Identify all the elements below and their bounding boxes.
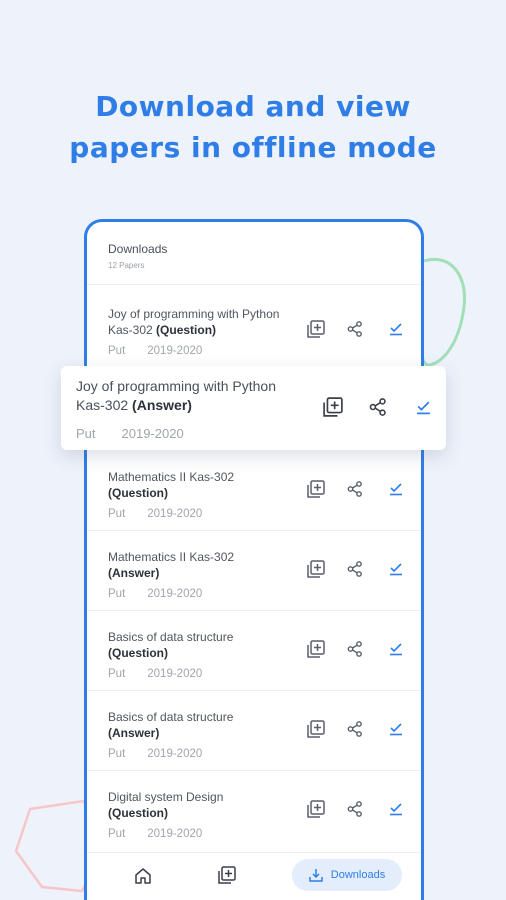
downloads-title: Downloads bbox=[108, 242, 168, 256]
paper-title: Digital system Design (Question) bbox=[108, 790, 224, 820]
paper-count: 12 Papers bbox=[108, 261, 145, 270]
download-icon bbox=[309, 869, 323, 882]
paper-meta: Put 2019-2020 bbox=[108, 828, 203, 840]
paper-meta: Put 2019-2020 bbox=[108, 668, 203, 680]
paper-title: Mathematics II Kas-302 (Question) bbox=[108, 470, 235, 500]
downloads-tab[interactable]: Downloads bbox=[292, 859, 402, 891]
bottom-navigation: Downloads bbox=[87, 852, 421, 900]
highlighted-paper-card[interactable]: Joy of programming with Python Kas-302 (… bbox=[61, 366, 446, 450]
paper-card[interactable]: Digital system Design (Question) Put 2019-… bbox=[87, 771, 421, 851]
headline: Download and view papers in offline mode bbox=[0, 86, 506, 168]
share-icon[interactable] bbox=[345, 319, 365, 339]
add-to-library-icon[interactable] bbox=[306, 319, 326, 339]
share-icon[interactable] bbox=[345, 719, 365, 739]
paper-title: Joy of programming with Python Kas-302 (… bbox=[108, 307, 280, 337]
paper-title: Joy of programming with Python Kas-302 (… bbox=[76, 378, 276, 413]
home-icon[interactable] bbox=[134, 867, 152, 890]
paper-meta: Put 2019-2020 bbox=[108, 345, 203, 357]
add-to-library-icon[interactable] bbox=[306, 559, 326, 579]
paper-title: Basics of data structure (Question) bbox=[108, 630, 234, 660]
add-to-library-icon[interactable] bbox=[306, 799, 326, 819]
share-icon[interactable] bbox=[345, 639, 365, 659]
downloaded-check-icon[interactable] bbox=[386, 639, 406, 659]
downloaded-check-icon[interactable] bbox=[386, 319, 406, 339]
add-to-library-icon[interactable] bbox=[323, 397, 343, 417]
headline-line-2: papers in offline mode bbox=[69, 131, 437, 164]
paper-card[interactable]: Mathematics II Kas-302 (Question) Put 2019… bbox=[87, 451, 421, 531]
downloaded-check-icon[interactable] bbox=[386, 559, 406, 579]
divider bbox=[87, 284, 421, 285]
paper-card[interactable]: Joy of programming with Python Kas-302 (… bbox=[87, 288, 421, 368]
add-to-library-icon[interactable] bbox=[306, 479, 326, 499]
paper-meta: Put 2019-2020 bbox=[108, 748, 203, 760]
paper-title: Mathematics II Kas-302 (Answer) bbox=[108, 550, 235, 580]
downloads-header: Downloads 12 Papers bbox=[108, 242, 167, 270]
share-icon[interactable] bbox=[345, 559, 365, 579]
paper-card[interactable]: Basics of data structure (Question) Put 20… bbox=[87, 611, 421, 691]
paper-title: Basics of data structure (Answer) bbox=[108, 710, 234, 740]
downloads-tab-label: Downloads bbox=[330, 869, 386, 881]
paper-card[interactable]: Basics of data structure (Answer) Put 2019… bbox=[87, 691, 421, 771]
downloaded-check-icon[interactable] bbox=[413, 397, 433, 417]
paper-card[interactable]: Mathematics II Kas-302 (Answer) Put 2019-2… bbox=[87, 531, 421, 611]
library-icon[interactable] bbox=[218, 866, 236, 889]
add-to-library-icon[interactable] bbox=[306, 719, 326, 739]
phone-frame: Downloads 12 Papers Joy of programming w… bbox=[84, 219, 424, 900]
downloaded-check-icon[interactable] bbox=[386, 799, 406, 819]
share-icon[interactable] bbox=[345, 799, 365, 819]
paper-meta: Put 2019-2020 bbox=[76, 426, 184, 441]
share-icon[interactable] bbox=[345, 479, 365, 499]
add-to-library-icon[interactable] bbox=[306, 639, 326, 659]
share-icon[interactable] bbox=[368, 397, 388, 417]
downloaded-check-icon[interactable] bbox=[386, 719, 406, 739]
downloaded-check-icon[interactable] bbox=[386, 479, 406, 499]
headline-line-1: Download and view bbox=[95, 90, 411, 123]
paper-meta: Put 2019-2020 bbox=[108, 508, 203, 520]
paper-meta: Put 2019-2020 bbox=[108, 588, 203, 600]
